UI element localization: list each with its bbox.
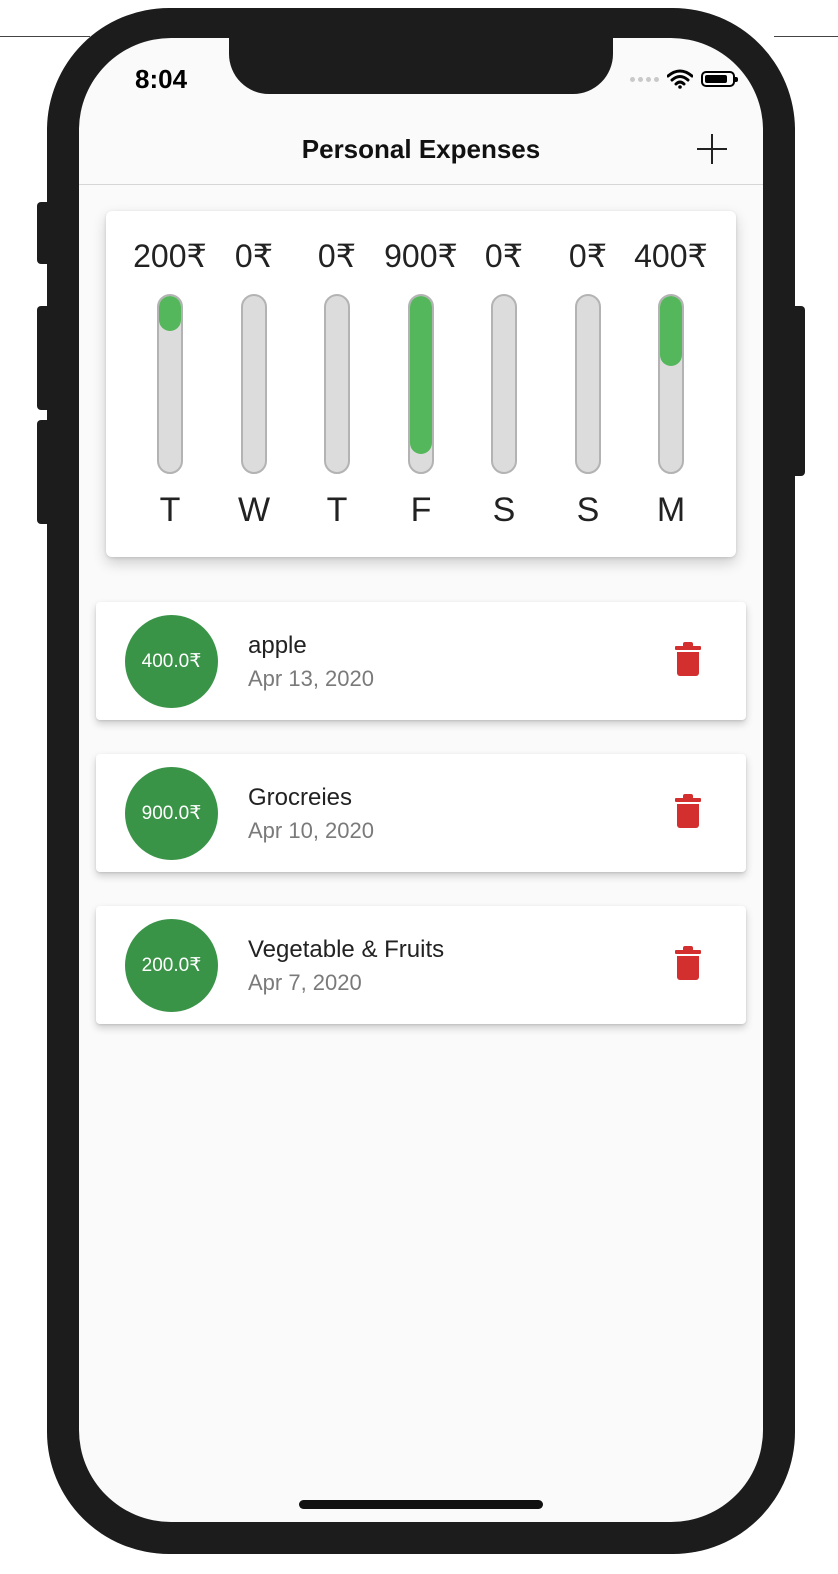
bar-amount-label: 400₹ bbox=[634, 238, 708, 274]
bar-track bbox=[575, 294, 601, 474]
delete-button[interactable] bbox=[672, 794, 706, 832]
chart-bar-column: 0₹ W bbox=[212, 211, 296, 557]
bar-day-label: M bbox=[656, 491, 686, 529]
bar-amount-label: 0₹ bbox=[568, 238, 608, 274]
chart-bar-column: 0₹ T bbox=[295, 211, 379, 557]
transaction-date: Apr 7, 2020 bbox=[248, 970, 362, 995]
status-icons bbox=[630, 68, 738, 90]
bar-day-label: S bbox=[492, 491, 516, 529]
chart-bar-column: 400₹ M bbox=[629, 211, 713, 557]
amount-avatar: 200.0₹ bbox=[125, 919, 218, 1012]
bar-track bbox=[491, 294, 517, 474]
delete-button[interactable] bbox=[672, 946, 706, 984]
home-indicator[interactable] bbox=[299, 1500, 543, 1509]
bar-day-label: T bbox=[326, 491, 348, 529]
backdrop-line-left bbox=[0, 36, 90, 37]
chart-bar-column: 0₹ S bbox=[462, 211, 546, 557]
bar-amount-label: 900₹ bbox=[384, 238, 458, 274]
wifi-icon bbox=[667, 69, 693, 89]
transaction-title: Vegetable & Fruits bbox=[248, 936, 445, 963]
bar-track bbox=[241, 294, 267, 474]
transaction-card: 900.0₹ Grocreies Apr 10, 2020 bbox=[96, 754, 746, 872]
transaction-card: 400.0₹ apple Apr 13, 2020 bbox=[96, 602, 746, 720]
transaction-title: apple bbox=[248, 632, 307, 659]
battery-icon bbox=[701, 71, 738, 87]
weekly-chart-card: 200₹ T 0₹ W 0₹ T 900₹ F 0₹ S 0₹ S 400₹ M bbox=[106, 211, 736, 557]
page-title: Personal Expenses bbox=[301, 134, 541, 164]
chart-bar-column: 0₹ S bbox=[546, 211, 630, 557]
bar-fill bbox=[660, 296, 682, 367]
signal-icon bbox=[630, 76, 659, 82]
backdrop-line-right bbox=[774, 36, 838, 37]
bar-day-label: S bbox=[576, 491, 600, 529]
bar-day-label: F bbox=[410, 491, 432, 529]
bar-amount-label: 200₹ bbox=[133, 238, 207, 274]
transaction-title: Grocreies bbox=[248, 784, 353, 811]
bar-amount-label: 0₹ bbox=[234, 238, 274, 274]
bar-day-label: W bbox=[237, 491, 271, 529]
add-transaction-button[interactable] bbox=[695, 132, 729, 166]
bar-fill bbox=[159, 296, 181, 332]
delete-button[interactable] bbox=[672, 642, 706, 680]
amount-avatar: 400.0₹ bbox=[125, 615, 218, 708]
status-time: 8:04 bbox=[135, 64, 188, 94]
bar-amount-label: 0₹ bbox=[484, 238, 524, 274]
transaction-date: Apr 13, 2020 bbox=[248, 666, 374, 691]
bar-track bbox=[658, 294, 684, 474]
chart-bar-column: 200₹ T bbox=[128, 211, 212, 557]
app-screen: 8:04 Personal Expenses 200₹ T 0₹ W 0₹ T 900₹ F 0… bbox=[79, 38, 763, 1522]
transaction-date: Apr 10, 2020 bbox=[248, 818, 374, 843]
transaction-card: 200.0₹ Vegetable & Fruits Apr 7, 2020 bbox=[96, 906, 746, 1024]
notch bbox=[229, 38, 613, 94]
bar-day-label: T bbox=[159, 491, 181, 529]
navigation-bar: Personal Expenses bbox=[79, 106, 763, 185]
bar-track bbox=[157, 294, 183, 474]
bar-amount-label: 0₹ bbox=[317, 238, 357, 274]
bar-track bbox=[408, 294, 434, 474]
amount-avatar: 900.0₹ bbox=[125, 767, 218, 860]
chart-bar-column: 900₹ F bbox=[379, 211, 463, 557]
bar-track bbox=[324, 294, 350, 474]
bar-fill bbox=[410, 296, 432, 455]
